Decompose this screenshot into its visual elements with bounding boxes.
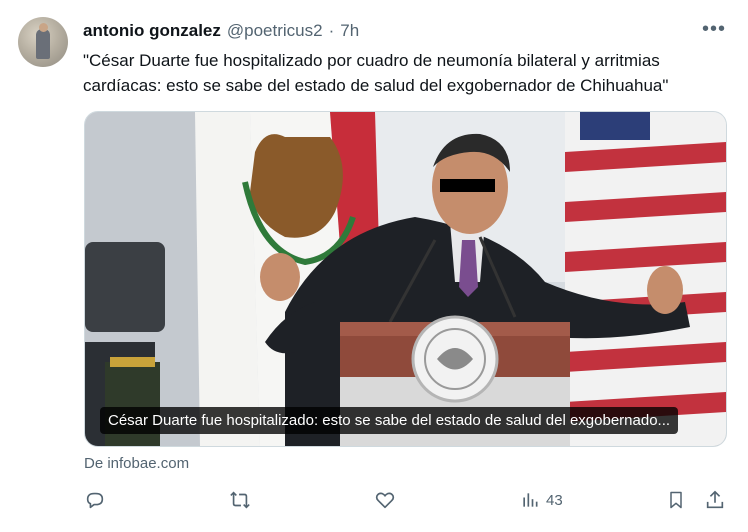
reply-icon <box>86 492 104 509</box>
tweet-actions: 43 <box>0 486 748 514</box>
tweet-text: "César Duarte fue hospitalizado por cuad… <box>83 51 669 95</box>
analytics-icon <box>523 493 538 507</box>
display-name[interactable]: antonio gonzalez <box>83 21 221 41</box>
more-icon: ••• <box>701 17 726 40</box>
like-button[interactable] <box>374 486 396 514</box>
reply-button[interactable] <box>84 486 106 514</box>
more-options-button[interactable]: ••• <box>700 17 728 41</box>
tweet-header: antonio gonzalez @poetricus2 · 7h <box>83 19 359 43</box>
views-count: 43 <box>546 491 563 509</box>
bookmark-button[interactable] <box>666 486 686 514</box>
repost-button[interactable] <box>228 486 252 514</box>
views-button[interactable]: 43 <box>520 486 563 514</box>
share-icon <box>706 490 724 509</box>
bookmark-icon <box>670 491 682 509</box>
heart-icon <box>375 492 395 509</box>
share-button[interactable] <box>704 486 726 514</box>
avatar[interactable] <box>18 17 68 67</box>
avatar-figure <box>36 29 50 59</box>
link-card-image[interactable] <box>84 111 727 447</box>
avatar-head <box>39 23 48 32</box>
timestamp[interactable]: 7h <box>340 21 359 41</box>
card-source[interactable]: De infobae.com <box>84 455 189 472</box>
header-separator: · <box>328 21 335 40</box>
news-photo <box>85 112 726 446</box>
repost-icon <box>230 491 250 509</box>
user-handle[interactable]: @poetricus2 <box>227 21 323 41</box>
card-caption[interactable]: César Duarte fue hospitalizado: esto se … <box>100 407 679 434</box>
